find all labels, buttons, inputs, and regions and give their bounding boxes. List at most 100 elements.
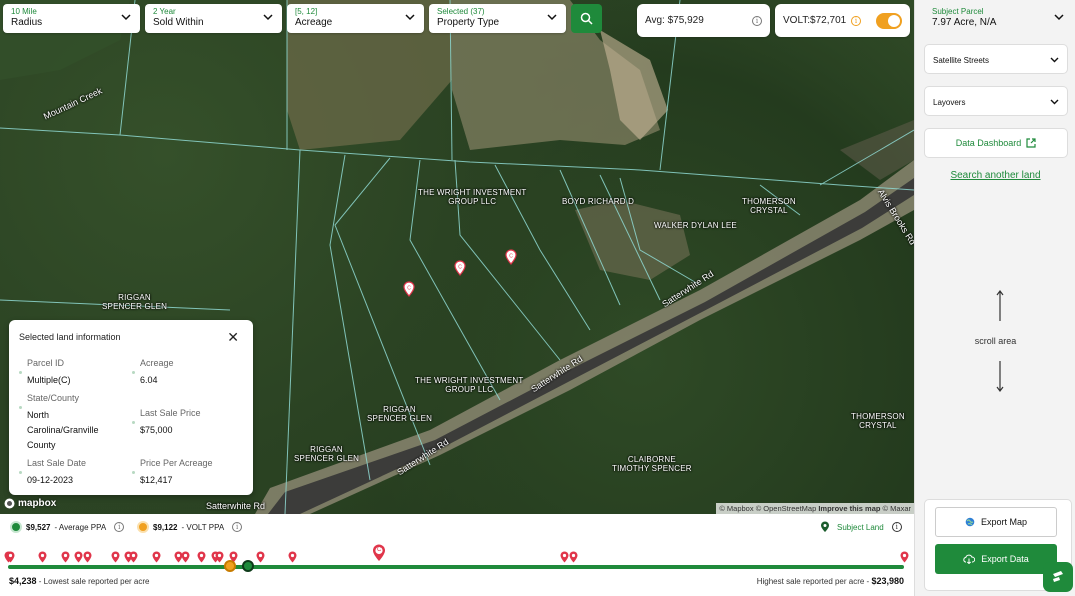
map-attribution: © Mapbox © OpenStreetMap Improve this ma… (716, 503, 914, 514)
volt-ppa-dot (137, 521, 149, 533)
comp-pin-icon[interactable] (900, 551, 909, 563)
state-county-value: North Carolina/Granville County (27, 410, 99, 450)
selected-land-card: Selected land information ✕ Parcel ID Mu… (9, 320, 253, 495)
parcel-id-field: Parcel ID Multiple(C) (19, 358, 71, 388)
export-data-button[interactable]: Export Data (935, 544, 1057, 574)
location-pin-icon (821, 521, 829, 532)
app-logo-icon (1053, 571, 1063, 582)
sold-within-value: 2 Year (153, 7, 176, 16)
export-map-button[interactable]: Export Map (935, 507, 1057, 537)
owner-label: THOMERSON CRYSTAL (742, 197, 796, 215)
sidebar: Subject Parcel 7.97 Acre, N/A Satellite … (914, 0, 1075, 596)
comp-pin-icon[interactable] (74, 551, 83, 563)
info-icon[interactable]: i (114, 522, 125, 532)
radius-label: Radius (11, 17, 43, 28)
lowest-label: - Lowest sale reported per acre (38, 577, 150, 586)
owner-label: THE WRIGHT INVESTMENT GROUP LLC (418, 188, 527, 206)
arrow-up-icon (996, 290, 1004, 321)
subject-pin-icon[interactable]: C (505, 249, 517, 265)
last-sale-price-field: Last Sale Price $75,000 (132, 408, 201, 438)
last-sale-date-value: 09-12-2023 (27, 475, 74, 485)
search-button[interactable] (571, 4, 602, 33)
sold-within-dropdown[interactable]: 2 Year Sold Within (145, 4, 282, 33)
map-view[interactable]: Mountain Creek THE WRIGHT INVESTMENT GRO… (0, 0, 914, 514)
chevron-down-icon (263, 14, 273, 21)
comp-pin-icon[interactable] (83, 551, 92, 563)
info-icon[interactable]: i (891, 522, 902, 532)
data-dashboard-button[interactable]: Data Dashboard (924, 128, 1068, 158)
comp-pin-icon[interactable] (197, 551, 206, 563)
mapbox-logo[interactable]: mapbox (4, 498, 56, 509)
volt-toggle[interactable] (875, 12, 902, 29)
export-data-label: Export Data (981, 554, 1029, 564)
subject-pin-icon[interactable]: C (454, 260, 466, 276)
price-per-acre-value: $12,417 (140, 475, 173, 485)
app-logo-button[interactable] (1043, 562, 1073, 592)
property-type-dropdown[interactable]: Selected (37) Property Type (429, 4, 566, 33)
layovers-dropdown[interactable]: Layovers (924, 86, 1068, 116)
map-style-dropdown[interactable]: Satellite Streets (924, 44, 1068, 74)
search-another-land-link[interactable]: Search another land (915, 170, 1075, 181)
subject-marker-letter: C (377, 547, 382, 553)
volt-ppa-label: - VOLT PPA (181, 522, 225, 532)
cloud-download-icon (963, 554, 976, 564)
owner-label: RIGGAN SPENCER GLEN (102, 293, 168, 311)
comp-pin-icon[interactable] (111, 551, 120, 563)
export-map-label: Export Map (980, 517, 1028, 527)
avg-ppa-value: $9,527 (26, 522, 51, 532)
data-dashboard-label: Data Dashboard (955, 138, 1022, 148)
card-title: Selected land information (19, 332, 121, 342)
acreage-label: Acreage (140, 358, 174, 368)
owner-label: WALKER DYLAN LEE (654, 221, 737, 230)
subject-parcel-dropdown[interactable]: Subject Parcel 7.97 Acre, N/A (924, 2, 1068, 35)
price-range-bar: $9,527 - Average PPA i $9,122 - VOLT PPA… (0, 514, 914, 596)
close-icon[interactable]: ✕ (227, 330, 239, 344)
chevron-down-icon (1050, 99, 1059, 105)
last-sale-date-label: Last Sale Date (27, 458, 87, 468)
volt-ppa-value: $9,122 (153, 522, 178, 532)
mapbox-logo-text: mapbox (18, 498, 57, 509)
owner-label: RIGGAN SPENCER GLEN (367, 405, 433, 423)
improve-map-link[interactable]: Improve this map (818, 504, 880, 513)
volt-stat: VOLT:$72,701 i (775, 4, 910, 37)
last-sale-price-value: $75,000 (140, 425, 173, 435)
radius-dropdown[interactable]: 10 Mile Radius (3, 4, 140, 33)
state-county-label: State/County (27, 393, 80, 403)
owner-label: BOYD RICHARD D (562, 197, 635, 206)
comp-pin-icon[interactable] (6, 551, 15, 563)
attribution-link[interactable]: © Mapbox © OpenStreetMap (719, 504, 816, 513)
comp-pin-icon[interactable] (129, 551, 138, 563)
info-icon[interactable]: i (232, 522, 243, 532)
acreage-value: 6.04 (140, 375, 158, 385)
comp-pin-icon[interactable] (569, 551, 578, 563)
acreage-dropdown[interactable]: [5, 12] Acreage (287, 4, 424, 33)
comp-pin-icon[interactable] (288, 551, 297, 563)
info-icon[interactable]: i (752, 15, 762, 26)
comp-pin-icon[interactable] (215, 551, 224, 563)
acreage-label: Acreage (295, 17, 333, 28)
info-icon[interactable]: i (851, 15, 861, 26)
svg-text:C: C (509, 254, 513, 260)
highest-value: $23,980 (871, 576, 904, 586)
volt-ppa-legend: $9,122 - VOLT PPA i (137, 521, 243, 533)
state-county-field: State/County North Carolina/Granville Co… (19, 393, 99, 453)
owner-label: CLAIBORNE TIMOTHY SPENCER (612, 455, 692, 473)
comp-pin-icon[interactable] (38, 551, 47, 563)
owner-label: RIGGAN SPENCER GLEN (294, 445, 360, 463)
comp-pin-icon[interactable] (61, 551, 70, 563)
comp-pin-icon[interactable] (256, 551, 265, 563)
search-icon (580, 12, 593, 25)
subject-pin-icon[interactable]: C (403, 281, 415, 297)
subject-parcel-value: 7.97 Acre, N/A (932, 17, 997, 28)
price-per-acre-field: Price Per Acreage $12,417 (132, 458, 213, 488)
maxar-link[interactable]: © Maxar (883, 504, 911, 513)
comp-pin-icon[interactable] (560, 551, 569, 563)
comp-pin-icon[interactable] (181, 551, 190, 563)
svg-text:C: C (407, 286, 411, 292)
avg-stat: Avg: $75,929 i (637, 4, 770, 37)
comp-pin-icon[interactable] (152, 551, 161, 563)
road-label: Satterwhite Rd (206, 501, 266, 511)
last-sale-price-label: Last Sale Price (140, 408, 201, 418)
volt-value: VOLT:$72,701 (783, 15, 847, 26)
globe-icon (965, 517, 975, 527)
